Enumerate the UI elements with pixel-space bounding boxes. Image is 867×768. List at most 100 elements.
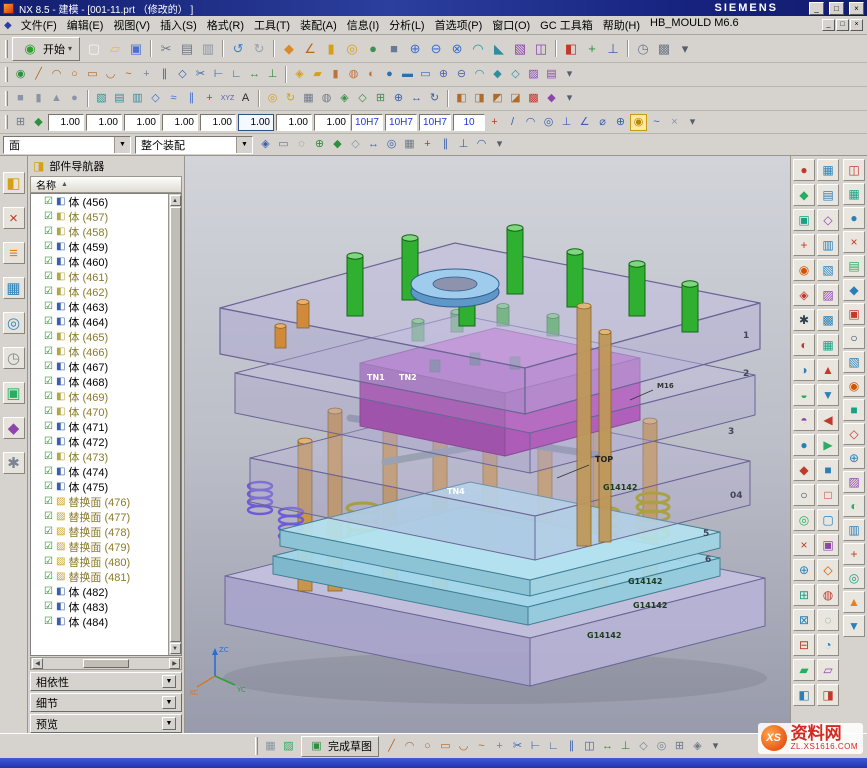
move-object-icon[interactable]: ↔ xyxy=(365,136,382,153)
project-curve-icon[interactable]: ◇ xyxy=(174,66,191,83)
rapid-dimension-icon[interactable]: ↔ xyxy=(246,66,263,83)
locate-tool-icon[interactable]: ⊕ xyxy=(793,559,815,581)
navigator-row[interactable]: ☑◧体 (463) xyxy=(31,299,168,314)
rotate-wcs-icon[interactable]: ↻ xyxy=(282,90,299,107)
pattern-icon[interactable]: ▧ xyxy=(510,39,530,59)
shadow-check-icon[interactable]: ◑ xyxy=(793,359,815,381)
cone-icon[interactable]: ▲ xyxy=(48,90,65,107)
sketch-corner-icon[interactable]: ∟ xyxy=(545,738,562,755)
assembly-constraint-icon[interactable]: ⊥ xyxy=(603,39,623,59)
dim-input-5[interactable] xyxy=(200,114,236,131)
curve-analysis-icon[interactable]: ▥ xyxy=(817,234,839,256)
measure-body-icon[interactable]: ◍ xyxy=(817,584,839,606)
row2-more-icon[interactable]: ▾ xyxy=(561,66,578,83)
cut-icon[interactable]: ✂ xyxy=(156,39,176,59)
navigator-row[interactable]: ☑◧体 (458) xyxy=(31,224,168,239)
intersect-icon[interactable]: ⊗ xyxy=(447,39,467,59)
checkbox-icon[interactable]: ☑ xyxy=(44,391,53,402)
navigator-row[interactable]: ☑▨替换面 (480) xyxy=(31,554,168,569)
maximize-button[interactable]: □ xyxy=(829,2,844,15)
edge-blend-icon[interactable]: ◠ xyxy=(468,39,488,59)
grid-snap-icon[interactable]: ▦ xyxy=(401,136,418,153)
snap-active-icon[interactable]: ◉ xyxy=(630,114,647,131)
navigator-row[interactable]: ☑◧体 (482) xyxy=(31,584,168,599)
revolve-icon[interactable]: ◎ xyxy=(342,39,362,59)
web-browser-icon[interactable]: ◎ xyxy=(3,312,25,334)
chevron-down-icon[interactable]: ▼ xyxy=(162,696,176,709)
dim-input-6[interactable] xyxy=(238,114,274,131)
lasso-select-icon[interactable]: ◌ xyxy=(293,136,310,153)
bounding-body-icon[interactable]: ■ xyxy=(817,459,839,481)
radius-check-icon[interactable]: ✱ xyxy=(793,309,815,331)
navigator-row[interactable]: ☑◧体 (465) xyxy=(31,329,168,344)
navigator-row[interactable]: ☑▨替换面 (477) xyxy=(31,509,168,524)
menu-item-5[interactable]: 格式(R) xyxy=(202,15,249,35)
checkbox-icon[interactable]: ☑ xyxy=(44,421,53,432)
diameter-icon[interactable]: ⌀ xyxy=(594,114,611,131)
open-icon[interactable]: ▱ xyxy=(105,39,125,59)
sketch-line-icon[interactable]: ╱ xyxy=(383,738,400,755)
paste-icon[interactable]: ▥ xyxy=(198,39,218,59)
tolerance-input-2[interactable] xyxy=(385,114,417,131)
tolerance-input-1[interactable] xyxy=(351,114,383,131)
dim-input-4[interactable] xyxy=(162,114,198,131)
quarter-section-icon[interactable]: ◨ xyxy=(817,684,839,706)
add-tool-icon[interactable]: + xyxy=(843,543,865,565)
point-set-icon[interactable]: + xyxy=(201,90,218,107)
minimize-button[interactable]: _ xyxy=(809,2,824,15)
navigator-row[interactable]: ☑◧体 (475) xyxy=(31,479,168,494)
start-menu-button[interactable]: ◉ 开始 ▾ xyxy=(12,37,80,61)
draft-analysis-icon[interactable]: ◇ xyxy=(817,209,839,231)
navigator-row[interactable]: ☑◧体 (457) xyxy=(31,209,168,224)
layer-tool-icon[interactable]: ▤ xyxy=(843,255,865,277)
tangent-snap-icon[interactable]: ~ xyxy=(648,114,665,131)
outline-tool-icon[interactable]: ◇ xyxy=(843,423,865,445)
section-view-icon[interactable]: ▩ xyxy=(654,39,674,59)
navigator-row[interactable]: ☑◧体 (467) xyxy=(31,359,168,374)
scroll-down-icon[interactable]: ▼ xyxy=(170,643,181,654)
studio-spline-icon[interactable]: ~ xyxy=(120,66,137,83)
checkbox-icon[interactable]: ☑ xyxy=(44,346,53,357)
revolve-feature-icon[interactable]: ◍ xyxy=(345,66,362,83)
menu-item-12[interactable]: GC 工具箱 xyxy=(535,15,598,35)
history-icon[interactable]: ◷ xyxy=(3,347,25,369)
offset-curve-icon[interactable]: ∥ xyxy=(156,66,173,83)
checkbox-icon[interactable]: ☑ xyxy=(44,211,53,222)
spot-tool-icon[interactable]: ◉ xyxy=(843,375,865,397)
dim-input-1[interactable] xyxy=(48,114,84,131)
blend-icon[interactable]: ◠ xyxy=(471,66,488,83)
navigator-row[interactable]: ☑◧体 (474) xyxy=(31,464,168,479)
geometric-constraints-icon[interactable]: ⊥ xyxy=(264,66,281,83)
snap-point-icon[interactable]: ◆ xyxy=(30,114,47,131)
window-split-icon[interactable]: ◫ xyxy=(843,159,865,181)
datum-icon[interactable]: ◆ xyxy=(279,39,299,59)
general-select-icon[interactable]: ⊕ xyxy=(311,136,328,153)
iso-cline-icon[interactable]: ◓ xyxy=(793,409,815,431)
bounded-plane-icon[interactable]: ◇ xyxy=(147,90,164,107)
menu-item-9[interactable]: 分析(L) xyxy=(384,15,429,35)
system-materials-icon[interactable]: ✱ xyxy=(3,452,25,474)
navigator-row[interactable]: ☑◧体 (460) xyxy=(31,254,168,269)
move-component-icon[interactable]: + xyxy=(582,39,602,59)
sketch-constraint-icon[interactable]: ⊥ xyxy=(617,738,634,755)
checkbox-icon[interactable]: ☑ xyxy=(44,541,53,552)
sketch-ellipse-icon[interactable]: ◎ xyxy=(653,738,670,755)
sketch-spline-icon[interactable]: ~ xyxy=(473,738,490,755)
selection-more-icon[interactable]: ▾ xyxy=(491,136,508,153)
navigator-row[interactable]: ☑▨替换面 (479) xyxy=(31,539,168,554)
dim-input-7[interactable] xyxy=(276,114,312,131)
graphics-window[interactable]: TN1TN2TN4TOPG14142G14142G14142G14142M161… xyxy=(185,156,790,733)
sketch-rectangle-icon[interactable]: ▭ xyxy=(437,738,454,755)
chevron-down-icon[interactable]: ▼ xyxy=(162,675,176,688)
rotate-view-icon[interactable]: ↻ xyxy=(426,90,443,107)
toolbar-grip[interactable] xyxy=(5,115,8,129)
erase-tool-icon[interactable]: × xyxy=(843,231,865,253)
row1-more-icon[interactable]: ▾ xyxy=(675,39,695,59)
reuse-library-icon[interactable]: ▦ xyxy=(3,277,25,299)
checkbox-icon[interactable]: ☑ xyxy=(44,316,53,327)
sketch-offset-icon[interactable]: ∥ xyxy=(563,738,580,755)
row3-more-icon[interactable]: ▾ xyxy=(561,90,578,107)
roles-icon[interactable]: ◆ xyxy=(3,417,25,439)
selection-filter-icon[interactable]: ◈ xyxy=(257,136,274,153)
navigator-row[interactable]: ☑▨替换面 (478) xyxy=(31,524,168,539)
